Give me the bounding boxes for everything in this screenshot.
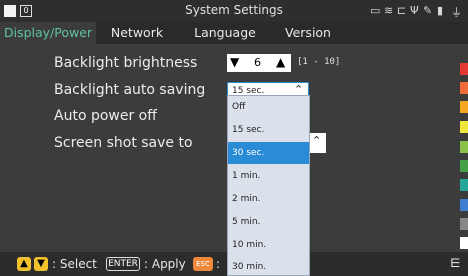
brightness-label: Backlight brightness <box>54 55 198 71</box>
esc-hint: : <box>216 257 221 271</box>
color-marker <box>460 237 468 249</box>
color-marker <box>460 121 468 133</box>
network-icon: ⊏ <box>397 4 407 17</box>
color-marker <box>460 141 468 153</box>
plug-icon: ⏚ <box>451 6 462 19</box>
color-marker <box>460 82 468 94</box>
dropdown-option[interactable]: 2 min. <box>228 188 309 210</box>
up-key-icon: ▲ <box>17 257 31 271</box>
wifi-icon: ≋ <box>384 4 394 17</box>
select-hint: : Select <box>52 257 97 271</box>
usb-icon: Ψ <box>410 4 419 17</box>
tab-bar: Display/Power Network Language Version <box>0 22 468 44</box>
pen-icon: ✎ <box>423 4 433 17</box>
color-marker <box>460 199 468 211</box>
esc-key-icon: ESC <box>193 257 213 271</box>
color-marker <box>460 179 468 191</box>
tab-version[interactable]: Version <box>276 22 340 44</box>
down-key-icon: ▼ <box>34 257 48 271</box>
color-marker <box>460 63 468 75</box>
apply-hint: : Apply <box>144 257 186 271</box>
dropdown-option[interactable]: 1 min. <box>228 165 309 187</box>
color-marker <box>460 218 468 230</box>
monitor-icon: ▭ <box>370 4 381 17</box>
increment-button[interactable]: ▲ <box>276 55 285 69</box>
title-bar: 0 System Settings ▭ ≋ ⊏ Ψ ✎ ▮ ⏚ <box>0 0 468 22</box>
dropdown-option[interactable]: 15 sec. <box>228 119 309 141</box>
tab-network[interactable]: Network <box>100 22 174 44</box>
auto-power-off-label: Auto power off <box>54 108 157 124</box>
dropdown-option[interactable]: 5 min. <box>228 211 309 233</box>
battery-icon: ▮ <box>437 4 444 17</box>
dropdown-option[interactable]: Off <box>228 96 309 118</box>
tab-language[interactable]: Language <box>180 22 270 44</box>
brightness-range: [1 - 10] <box>297 57 341 67</box>
dropdown-option[interactable]: 10 min. <box>228 234 309 256</box>
chevron-updown-icon: ⌃ <box>312 134 322 147</box>
color-marker <box>460 101 468 113</box>
decrement-button[interactable]: ▼ <box>230 55 239 69</box>
auto-saving-label: Backlight auto saving <box>54 82 206 98</box>
brightness-value: 6 <box>254 56 261 69</box>
screenshot-label: Screen shot save to <box>54 135 193 151</box>
dropdown-option-selected[interactable]: 30 sec. <box>228 142 309 164</box>
enter-key-icon: ENTER <box>106 257 140 271</box>
brightness-stepper: ▼ 6 ▲ <box>227 54 291 72</box>
menu-icon[interactable]: ⋿ <box>450 256 460 270</box>
auto-saving-dropdown: Off 15 sec. 30 sec. 1 min. 2 min. 5 min.… <box>227 95 310 276</box>
tab-display-power[interactable]: Display/Power <box>0 22 96 44</box>
dropdown-option[interactable]: 30 min. <box>228 256 309 275</box>
color-marker <box>460 160 468 172</box>
